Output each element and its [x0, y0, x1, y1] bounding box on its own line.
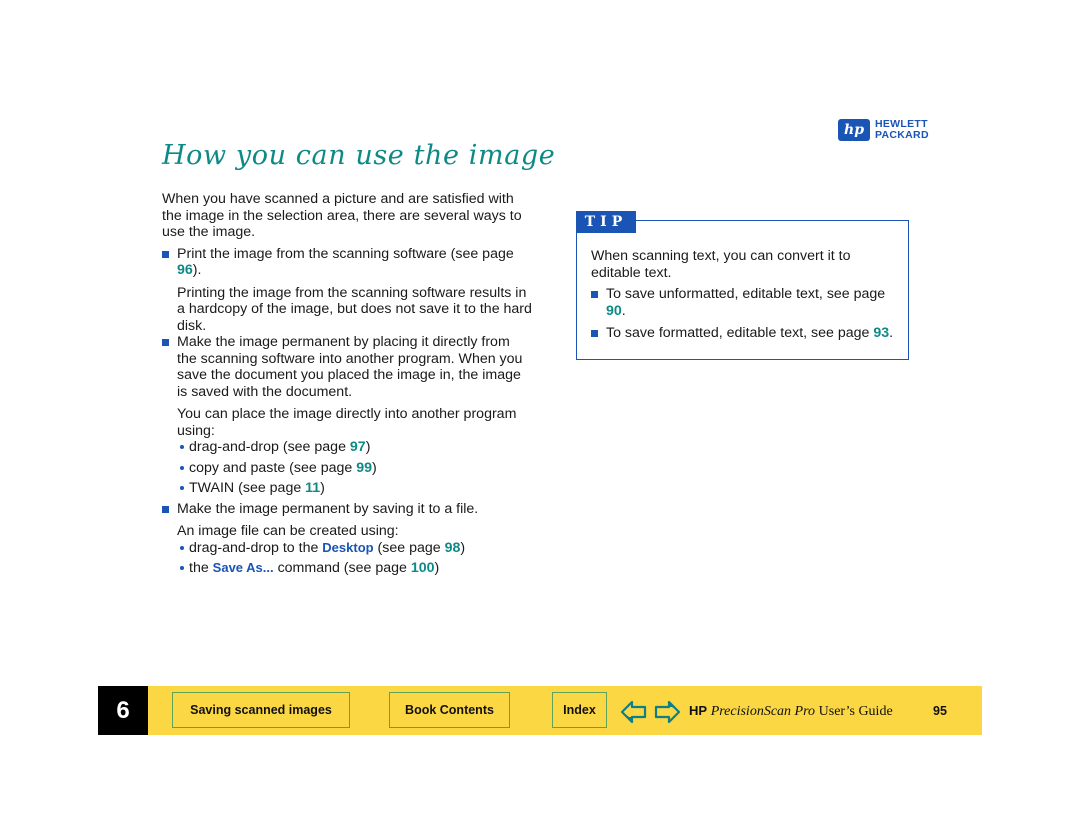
tip-intro: When scanning text, you can convert it t…: [591, 248, 851, 281]
hp-logo: hp HEWLETT PACKARD: [838, 119, 929, 141]
page-link-97[interactable]: 97: [350, 439, 366, 455]
list-item-save-file: Make the image permanent by saving it to…: [162, 501, 532, 518]
desktop-term: Desktop: [322, 539, 374, 555]
page-link-96[interactable]: 96: [177, 262, 193, 278]
bullet-square-icon: [162, 339, 169, 346]
guide-product: PrecisionScan Pro: [710, 704, 816, 719]
bullet-dot-icon: [180, 545, 184, 550]
page-title: How you can use the image: [162, 140, 556, 171]
section-button[interactable]: Saving scanned images: [172, 692, 350, 728]
list-item-drag-drop: drag-and-drop (see page 97): [162, 439, 532, 456]
bullet-dot-icon: [180, 486, 184, 490]
page-link-93[interactable]: 93: [873, 325, 889, 341]
page-link-99[interactable]: 99: [356, 460, 372, 476]
list-item-save-as: the Save As... command (see page 100): [162, 560, 532, 577]
guide-suffix: User’s Guide: [818, 704, 893, 719]
arrow-left-icon[interactable]: [621, 700, 647, 724]
page-link-11[interactable]: 11: [305, 480, 320, 496]
tip-item-formatted: To save formatted, editable text, see pa…: [591, 325, 901, 342]
hp-logo-text: HEWLETT PACKARD: [875, 119, 929, 141]
bullet-square-icon: [591, 330, 598, 337]
list-item-copy-paste: copy and paste (see page 99): [162, 460, 532, 477]
page-link-100[interactable]: 100: [411, 560, 435, 576]
note-place: You can place the image directly into an…: [177, 406, 517, 439]
index-button[interactable]: Index: [552, 692, 607, 728]
main-content: When you have scanned a picture and are …: [162, 191, 532, 581]
bullet-dot-icon: [180, 445, 184, 449]
bullet-square-icon: [162, 250, 169, 258]
chapter-number: 6: [98, 686, 148, 735]
logo-line2: PACKARD: [875, 129, 929, 141]
list-item-print: Print the image from the scanning softwa…: [162, 246, 532, 279]
guide-title: HP PrecisionScan Pro User’s Guide: [689, 703, 893, 720]
note-save-file: An image file can be created using:: [177, 523, 399, 539]
tip-label: TIP: [576, 211, 636, 233]
book-contents-button[interactable]: Book Contents: [389, 692, 510, 728]
bullet-dot-icon: [180, 566, 184, 570]
page-link-90[interactable]: 90: [606, 303, 622, 319]
page-number: 95: [933, 704, 947, 718]
list-item-twain: TWAIN (see page 11): [162, 480, 532, 497]
page-link-98[interactable]: 98: [445, 540, 461, 556]
intro-paragraph: When you have scanned a picture and are …: [162, 191, 522, 240]
save-as-term: Save As...: [212, 560, 274, 575]
guide-hp: HP: [689, 703, 708, 718]
note-print: Printing the image from the scanning sof…: [177, 284, 532, 334]
bullet-dot-icon: [180, 465, 184, 470]
arrow-right-icon[interactable]: [654, 700, 680, 724]
hp-logo-badge: hp: [838, 119, 870, 141]
bullet-square-icon: [591, 291, 598, 298]
list-item-place: Make the image permanent by placing it d…: [162, 334, 532, 400]
bullet-square-icon: [162, 505, 169, 513]
tip-content: When scanning text, you can convert it t…: [591, 248, 901, 348]
tip-item-unformatted: To save unformatted, editable text, see …: [591, 286, 901, 319]
list-item-drag-desktop: drag-and-drop to the Desktop (see page 9…: [162, 540, 532, 557]
